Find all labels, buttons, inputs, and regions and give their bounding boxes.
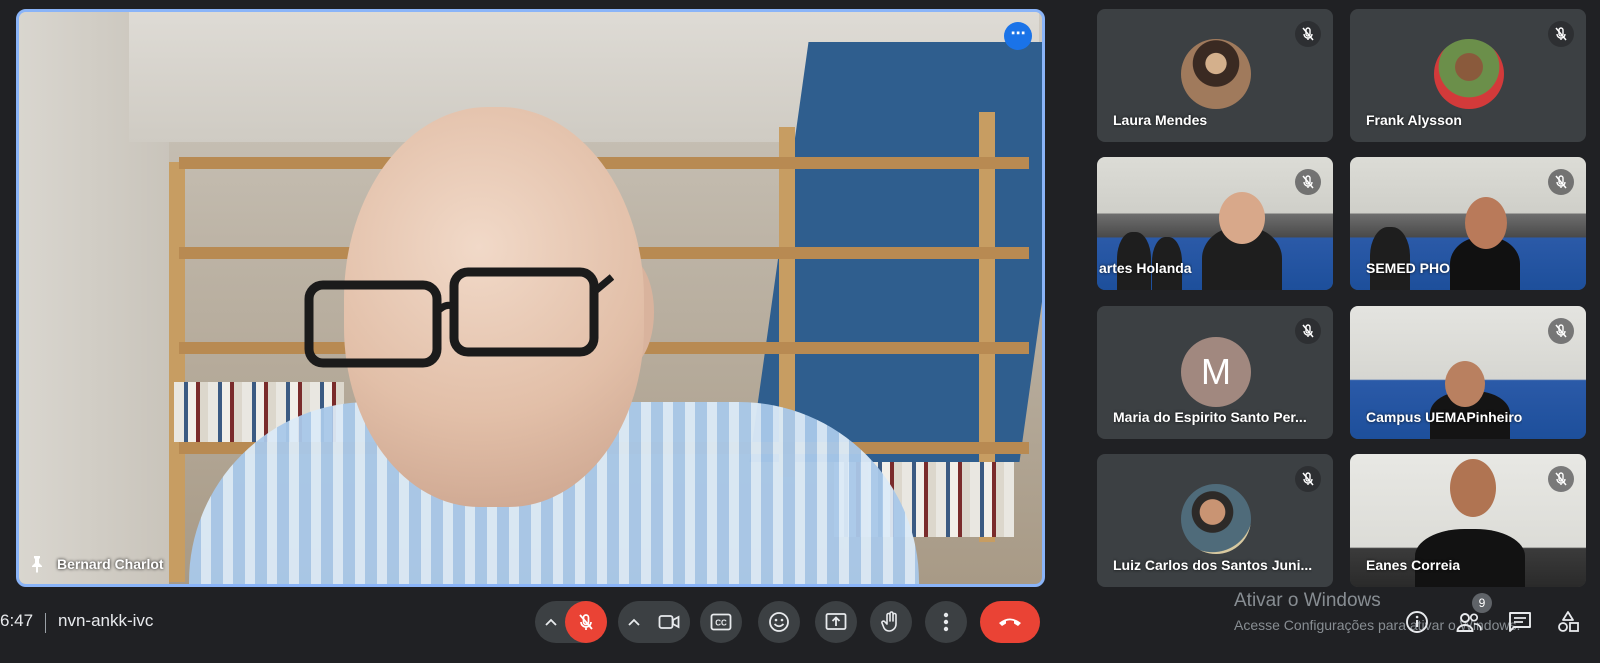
- reactions-button[interactable]: [758, 601, 800, 643]
- mic-off-icon: [1295, 466, 1321, 492]
- activities-icon: [1558, 611, 1579, 632]
- raise-hand-button[interactable]: [870, 601, 912, 643]
- meeting-time: 6:47: [0, 611, 34, 630]
- participant-name: Maria do Espirito Santo Per...: [1113, 409, 1307, 425]
- participant-tile[interactable]: Campus UEMAPinheiro: [1350, 306, 1586, 439]
- hang-up-icon: [999, 618, 1021, 626]
- mic-toggle-button[interactable]: [565, 601, 607, 643]
- participant-name: Campus UEMAPinheiro: [1366, 409, 1523, 425]
- participant-name: Frank Alysson: [1366, 112, 1462, 128]
- participant-tile[interactable]: Laura Mendes: [1097, 9, 1333, 142]
- video-person-face: [1445, 361, 1485, 407]
- pin-icon[interactable]: [27, 554, 47, 574]
- video-person: [1370, 227, 1410, 290]
- present-screen-icon: [825, 613, 847, 630]
- people-button[interactable]: [1454, 607, 1484, 637]
- chat-button[interactable]: [1505, 607, 1535, 637]
- main-speaker-name: Bernard Charlot: [57, 556, 164, 572]
- participant-tile[interactable]: Luiz Carlos dos Santos Juni...: [1097, 454, 1333, 587]
- mic-off-icon: [1548, 466, 1574, 492]
- mic-off-icon: [1295, 318, 1321, 344]
- shelf-post: [169, 162, 185, 582]
- more-vert-icon: [943, 612, 949, 632]
- meeting-toolbar: 6:47 nvn-ankk-ivc CC 9: [0, 593, 1600, 663]
- avatar: [1181, 484, 1251, 554]
- activities-button[interactable]: [1553, 607, 1583, 637]
- avatar: [1181, 39, 1251, 109]
- participant-name: Eanes Correia: [1366, 557, 1461, 573]
- camera-toggle-button[interactable]: [648, 601, 690, 643]
- mic-off-icon: [1295, 21, 1321, 47]
- leave-call-button[interactable]: [980, 601, 1040, 643]
- mic-off-icon: [1548, 318, 1574, 344]
- participant-tile[interactable]: M Maria do Espirito Santo Per...: [1097, 306, 1333, 439]
- camera-icon: [658, 615, 680, 629]
- mic-off-icon: [1548, 21, 1574, 47]
- captions-icon: CC: [710, 613, 732, 631]
- avatar-letter: M: [1181, 337, 1251, 407]
- people-icon: [1456, 613, 1482, 632]
- info-icon: [1406, 611, 1428, 633]
- participant-name: artes Holanda: [1099, 260, 1192, 276]
- more-options-button[interactable]: [925, 601, 967, 643]
- main-speaker-label: Bernard Charlot: [27, 554, 164, 574]
- participant-tile[interactable]: SEMED PHO: [1350, 157, 1586, 290]
- svg-text:CC: CC: [715, 619, 727, 628]
- video-person-face: [1219, 192, 1265, 244]
- participant-name: Luiz Carlos dos Santos Juni...: [1113, 557, 1313, 573]
- chat-icon: [1509, 612, 1531, 632]
- participant-name: Laura Mendes: [1113, 112, 1208, 128]
- divider: [45, 613, 46, 633]
- more-options-icon[interactable]: ⋯: [1004, 22, 1032, 50]
- avatar: [1434, 39, 1504, 109]
- main-speaker-video[interactable]: ⋯ Bernard Charlot: [16, 9, 1045, 587]
- captions-button[interactable]: CC: [700, 601, 742, 643]
- emoji-icon: [769, 612, 789, 632]
- mic-off-icon: [1295, 169, 1321, 195]
- mic-options-chevron-icon[interactable]: [536, 601, 566, 643]
- present-screen-button[interactable]: [815, 601, 857, 643]
- video-person-face: [1465, 197, 1507, 249]
- mic-off-icon: [579, 614, 593, 630]
- participant-tile[interactable]: artes Holanda: [1097, 157, 1333, 290]
- meeting-details-button[interactable]: [1402, 607, 1432, 637]
- camera-options-chevron-icon[interactable]: [619, 601, 649, 643]
- hand-icon: [881, 611, 897, 632]
- participant-tile[interactable]: Eanes Correia: [1350, 454, 1586, 587]
- speaker-glasses: [304, 267, 614, 368]
- video-person-face: [1450, 459, 1496, 517]
- meeting-code: nvn-ankk-ivc: [58, 611, 154, 630]
- participant-name: SEMED PHO: [1366, 260, 1451, 276]
- mic-off-icon: [1548, 169, 1574, 195]
- participant-tile[interactable]: Frank Alysson: [1350, 9, 1586, 142]
